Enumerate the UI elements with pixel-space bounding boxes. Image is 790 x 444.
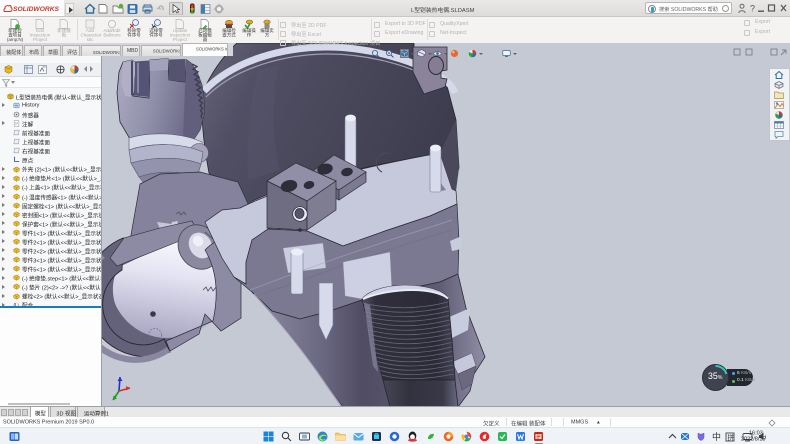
svg-text:拼: 拼 <box>728 433 735 442</box>
svg-text:中: 中 <box>712 431 721 442</box>
svg-text:?: ? <box>750 4 755 14</box>
svg-text:SOLIDWORKS: SOLIDWORKS <box>13 6 60 13</box>
